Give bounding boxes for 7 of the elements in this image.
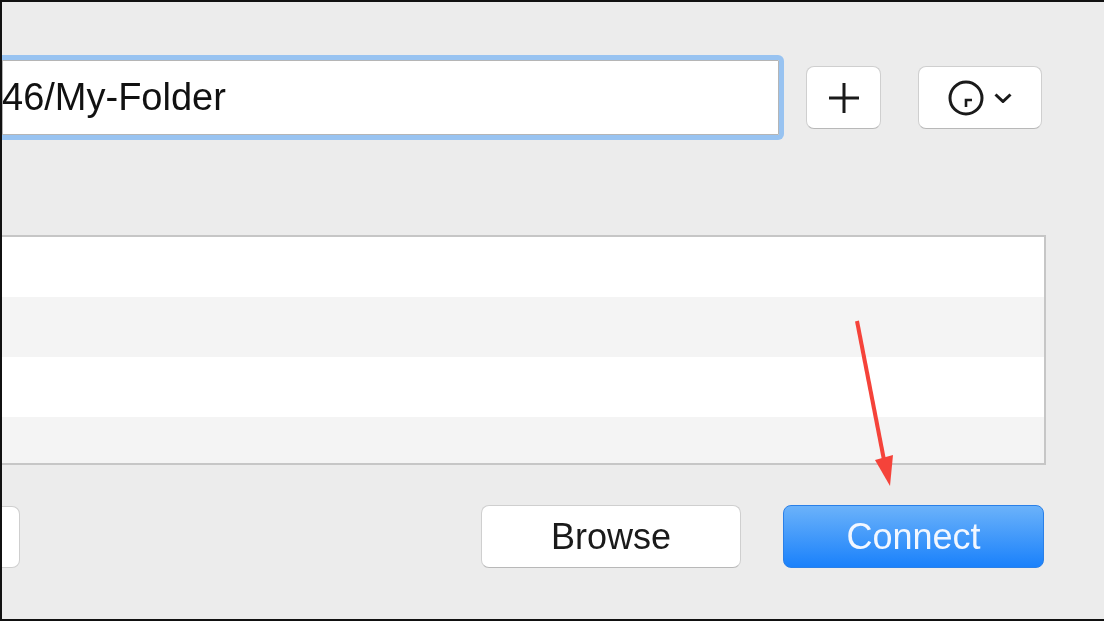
address-field[interactable]: 46/My-Folder [2, 55, 784, 140]
recent-servers-button[interactable] [918, 66, 1042, 129]
add-button[interactable] [806, 66, 881, 129]
caret-icon [994, 92, 1012, 103]
clock-icon [948, 79, 984, 116]
plus-icon [827, 81, 860, 114]
browse-button[interactable]: Browse [481, 505, 741, 568]
